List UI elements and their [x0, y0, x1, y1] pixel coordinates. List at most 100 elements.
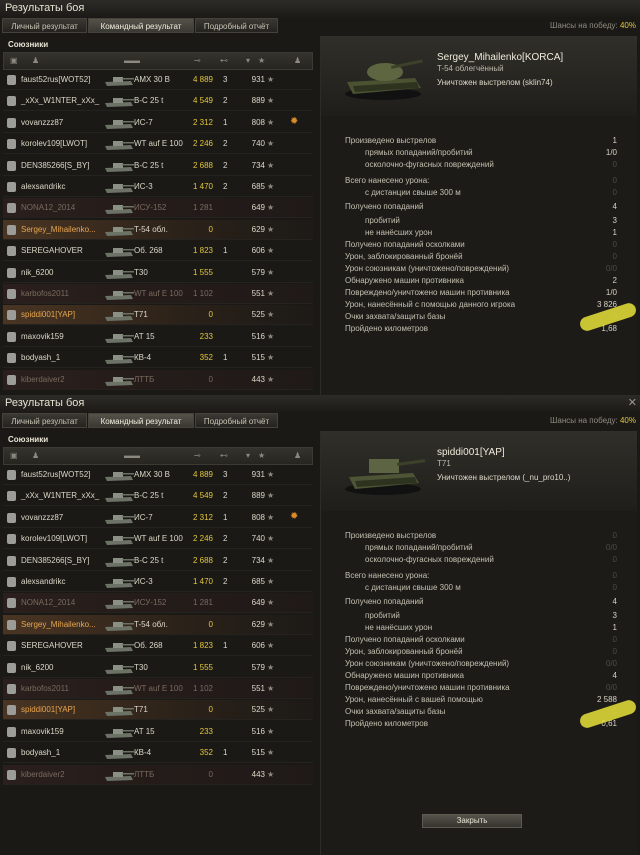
damage-value: 0: [208, 769, 213, 779]
table-row[interactable]: nik_6200 T30 1 555 579 ★: [3, 658, 313, 678]
sort-chevron-icon[interactable]: ▾: [246, 451, 250, 460]
xp-value: 808: [251, 117, 265, 127]
medal-col-icon[interactable]: ♟: [294, 56, 301, 65]
sort-chevron-icon[interactable]: ▾: [246, 56, 250, 65]
tank-icon: [105, 248, 134, 258]
tank-icon: [105, 77, 134, 86]
table-row[interactable]: bodyash_1 КВ-4 352 1 515 ★: [3, 743, 313, 764]
table-row[interactable]: faust52rus[WOT52] AMX 30 B 4 889 3 931 ★: [3, 465, 313, 485]
table-row[interactable]: korolev109[LWOT] WT auf E 100 2 246 2 740 ★: [3, 134, 313, 155]
kills-value: 1: [223, 512, 228, 522]
player-name[interactable]: faust52rus[WOT52]: [21, 470, 90, 479]
player-name[interactable]: maxovik159: [21, 332, 64, 341]
table-row[interactable]: Sergey_Mihailenko... T-54 обл. 0 629 ★: [3, 614, 313, 635]
player-name[interactable]: maxovik159: [21, 727, 64, 736]
damage-col-icon[interactable]: ⊸: [194, 56, 201, 65]
tab-personal[interactable]: Личный результат: [2, 413, 87, 428]
medal-col-icon[interactable]: ♟: [294, 451, 301, 460]
player-name[interactable]: Sergey_Mihailenko...: [21, 620, 96, 629]
stat-row: Урон союзникам (уничтожено/повреждений) 0…: [345, 264, 617, 276]
table-row[interactable]: karbofos2011 WT auf E 100 1 102 551 ★: [3, 679, 313, 699]
table-row[interactable]: SEREGAHOVER Об. 268 1 823 1 606 ★: [3, 241, 313, 262]
player-name[interactable]: DEN385266[S_BY]: [21, 161, 90, 170]
xp-value: 606: [251, 246, 265, 256]
table-row[interactable]: vovanzzz87 ИС-7 2 312 1 808 ★ ✹: [3, 508, 313, 528]
player-name[interactable]: bodyash_1: [21, 353, 60, 362]
table-row[interactable]: kiberdaiver2 ЛТТБ 0 443 ★: [3, 764, 313, 785]
player-name[interactable]: spiddi001[YAP]: [21, 705, 75, 714]
player-name[interactable]: nik_6200: [21, 268, 53, 277]
tank-icon: [105, 493, 134, 503]
player-name[interactable]: bodyash_1: [21, 748, 60, 757]
player-name[interactable]: vovanzzz87: [21, 118, 63, 127]
kills-col-icon[interactable]: ⊷: [220, 451, 228, 460]
table-row[interactable]: kiberdaiver2 ЛТТБ 0 443 ★: [3, 369, 313, 390]
player-col-icon[interactable]: ♟: [32, 451, 39, 460]
table-row[interactable]: Sergey_Mihailenko... T-54 обл. 0 629 ★: [3, 219, 313, 240]
table-row[interactable]: NONA12_2014 ИСУ-152 1 281 649 ★: [3, 593, 313, 614]
player-name[interactable]: kiberdaiver2: [21, 375, 65, 384]
vehicle-name: AT 15: [134, 726, 155, 736]
close-button[interactable]: Закрыть: [422, 814, 522, 828]
table-row[interactable]: karbofos2011 WT auf E 100 1 102 551 ★: [3, 284, 313, 304]
player-name[interactable]: karbofos2011: [21, 684, 69, 693]
stat-value: 0: [612, 160, 617, 169]
xp-col-icon[interactable]: ★: [258, 451, 265, 460]
tab-personal[interactable]: Личный результат: [2, 18, 87, 33]
tab-detailed[interactable]: Подробный отчёт: [195, 413, 278, 428]
player-name[interactable]: NONA12_2014: [21, 203, 75, 212]
table-row[interactable]: alexsandrikc ИС-3 1 470 2 685 ★: [3, 572, 313, 592]
player-name[interactable]: alexsandrikc: [21, 182, 65, 191]
player-name[interactable]: kiberdaiver2: [21, 770, 65, 779]
player-name[interactable]: _xXx_W1NTER_xXx_: [21, 491, 99, 500]
vehicle-name: T30: [134, 662, 148, 672]
player-name[interactable]: SEREGAHOVER: [21, 641, 83, 650]
table-row[interactable]: NONA12_2014 ИСУ-152 1 281 649 ★: [3, 198, 313, 219]
player-name[interactable]: spiddi001[YAP]: [21, 310, 75, 319]
player-name[interactable]: alexsandrikc: [21, 577, 65, 586]
table-row[interactable]: spiddi001[YAP] T71 0 525 ★: [3, 305, 313, 326]
table-row[interactable]: nik_6200 T30 1 555 579 ★: [3, 263, 313, 283]
table-row[interactable]: SEREGAHOVER Об. 268 1 823 1 606 ★: [3, 636, 313, 657]
player-name[interactable]: korolev109[LWOT]: [21, 139, 87, 148]
table-row[interactable]: DEN385266[S_BY] B-C 25 t 2 688 2 734 ★: [3, 156, 313, 176]
star-icon: ★: [267, 96, 275, 106]
table-row[interactable]: spiddi001[YAP] T71 0 525 ★: [3, 700, 313, 721]
close-icon[interactable]: ✕: [628, 396, 637, 409]
table-row[interactable]: vovanzzz87 ИС-7 2 312 1 808 ★ ✹: [3, 113, 313, 133]
table-row[interactable]: alexsandrikc ИС-3 1 470 2 685 ★: [3, 177, 313, 197]
damage-col-icon[interactable]: ⊸: [194, 451, 201, 460]
player-name[interactable]: NONA12_2014: [21, 598, 75, 607]
player-name[interactable]: SEREGAHOVER: [21, 246, 83, 255]
tank-icon: [105, 621, 134, 631]
player-col-icon[interactable]: ♟: [32, 56, 39, 65]
table-row[interactable]: bodyash_1 КВ-4 352 1 515 ★: [3, 348, 313, 369]
tab-team[interactable]: Командный результат: [88, 18, 194, 33]
rank-col-icon[interactable]: ▣: [10, 451, 18, 460]
stat-label: Урон, заблокированный бронёй: [345, 252, 463, 261]
xp-col-icon[interactable]: ★: [258, 56, 265, 65]
stat-value: 0/0: [605, 543, 617, 552]
player-name[interactable]: Sergey_Mihailenko...: [21, 225, 96, 234]
vehicle-col-icon[interactable]: ▬▬: [124, 56, 140, 65]
tab-detailed[interactable]: Подробный отчёт: [195, 18, 278, 33]
table-row[interactable]: DEN385266[S_BY] B-C 25 t 2 688 2 734 ★: [3, 551, 313, 571]
player-name[interactable]: _xXx_W1NTER_xXx_: [21, 96, 99, 105]
player-name[interactable]: vovanzzz87: [21, 513, 63, 522]
player-name[interactable]: faust52rus[WOT52]: [21, 75, 90, 84]
tab-team[interactable]: Командный результат: [88, 413, 194, 428]
vehicle-col-icon[interactable]: ▬▬: [124, 451, 140, 460]
player-name[interactable]: karbofos2011: [21, 289, 69, 298]
kills-col-icon[interactable]: ⊷: [220, 56, 228, 65]
table-row[interactable]: _xXx_W1NTER_xXx_ B-C 25 t 4 549 2 889 ★: [3, 486, 313, 507]
table-row[interactable]: _xXx_W1NTER_xXx_ B-C 25 t 4 549 2 889 ★: [3, 91, 313, 112]
table-row[interactable]: maxovik159 AT 15 233 516 ★: [3, 722, 313, 742]
table-row[interactable]: maxovik159 AT 15 233 516 ★: [3, 327, 313, 347]
table-row[interactable]: faust52rus[WOT52] AMX 30 B 4 889 3 931 ★: [3, 70, 313, 90]
player-name[interactable]: DEN385266[S_BY]: [21, 556, 90, 565]
table-row[interactable]: korolev109[LWOT] WT auf E 100 2 246 2 740 ★: [3, 529, 313, 550]
rank-col-icon[interactable]: ▣: [10, 56, 18, 65]
stat-label: пробитий: [365, 611, 400, 620]
player-name[interactable]: nik_6200: [21, 663, 53, 672]
player-name[interactable]: korolev109[LWOT]: [21, 534, 87, 543]
